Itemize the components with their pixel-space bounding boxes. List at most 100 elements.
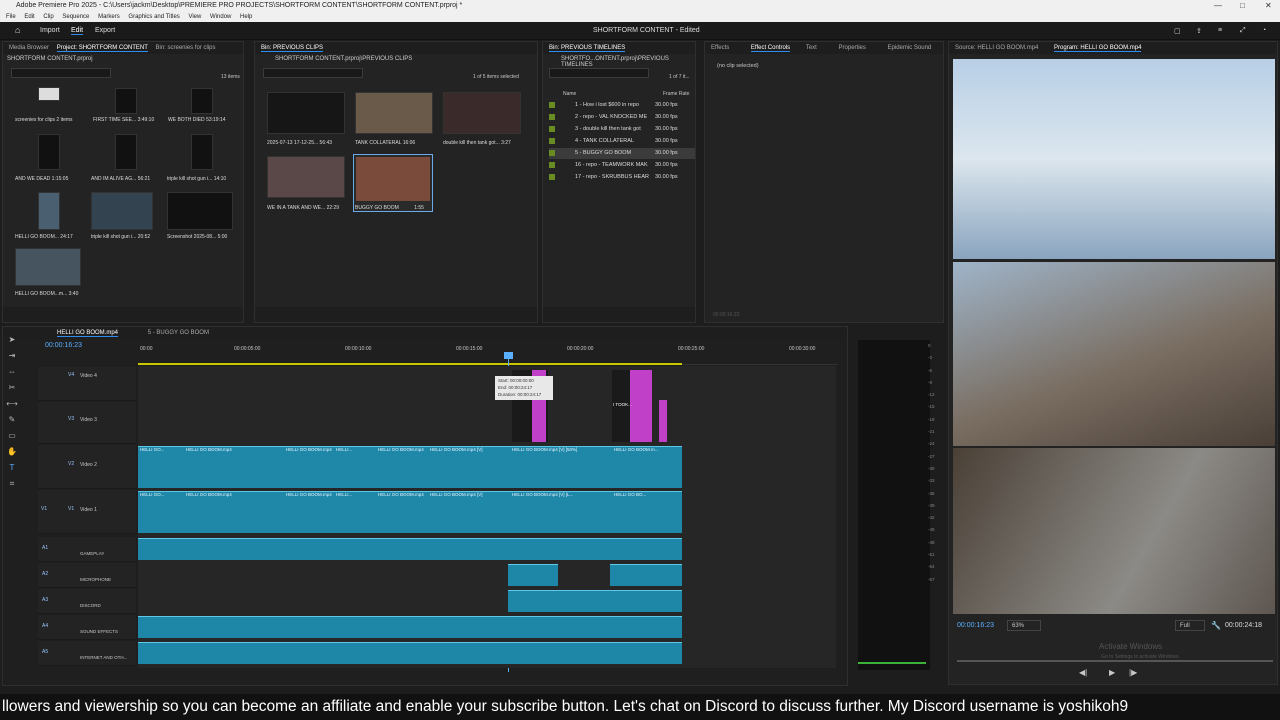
sequence-row[interactable]: 16 - repo - TEAMWORK MAK 30.00 fps [549,160,695,171]
tab-project[interactable]: Project: SHORTFORM CONTENT [56,45,148,52]
step-back-icon[interactable]: ◀| [1079,668,1087,677]
tab-bin-timelines[interactable]: Bin: PREVIOUS TIMELINES [549,45,626,52]
caption-tool-icon[interactable]: ⌗ [6,478,18,490]
menu-graphics[interactable]: Graphics and Titles [128,14,179,20]
edit-tab[interactable]: Edit [71,27,84,35]
tab-bin-clips[interactable]: Bin: PREVIOUS CLIPS [261,45,324,52]
menu-clip[interactable]: Clip [43,14,53,20]
hand-tool-icon[interactable]: ✋ [6,446,18,458]
expand-icon[interactable]: ⤢ [1240,27,1246,35]
menu-markers[interactable]: Markers [98,14,120,20]
home-icon[interactable]: ⌂ [15,25,20,35]
sequence-row[interactable]: 2 - repo - VAL KNOCKED ME 30.00 fps [549,112,695,123]
project-item-4[interactable]: AND WE DEAD 1:15:05 [15,176,68,182]
clip-thumb-2[interactable] [355,92,433,134]
notification-icon[interactable]: ◔ [1262,27,1266,34]
a1-gameplay-audio[interactable] [138,538,682,560]
folder-thumb[interactable] [38,87,60,101]
project-item-10[interactable]: HELLI GO BOOM...m... 3:40 [15,291,78,297]
project-item-1[interactable]: screenies for clips 2 items [15,117,73,123]
pen-tool-icon[interactable]: ✎ [6,414,18,426]
project-item-6[interactable]: triple kill shot gun i... 14:10 [167,176,226,182]
type-tool-icon[interactable]: T [6,462,18,474]
project-item-9[interactable]: Screenshot 2025-08... 5:00 [167,234,227,240]
work-area-bar[interactable] [138,363,682,365]
col-frame-rate[interactable]: Frame Rate [663,91,689,97]
v1-clip-strip[interactable]: HELLI GO... HELLI GO BOOM.mp4 HELLI GO B… [138,491,682,533]
ripple-edit-icon[interactable]: ⇔ [6,366,18,378]
rectangle-tool-icon[interactable]: ▭ [6,430,18,442]
time-ruler[interactable]: 00:00 00:00:05:00 00:00:10:00 00:00:15:0… [138,343,838,365]
project-thumb-8[interactable] [91,192,153,230]
zoom-select[interactable]: 63% [1007,620,1041,631]
selection-tool-icon[interactable]: ➤ [6,334,18,346]
sequence-row[interactable]: 3 - double kill then tank got 30.00 fps [549,124,695,135]
step-forward-icon[interactable]: |▶ [1129,668,1137,677]
a2-mic-audio[interactable] [610,564,682,586]
clip-thumb-1[interactable] [267,92,345,134]
clip-thumb-5-selected[interactable] [353,154,433,212]
project-item-3[interactable]: WE BOTH DIED 53:19:14 [168,117,226,123]
panel-icon[interactable]: ▢ [1174,27,1181,35]
graphic-clip[interactable] [630,370,652,442]
play-icon[interactable]: ▶ [1109,668,1115,677]
video-frame-middle[interactable] [953,262,1275,446]
tab-text[interactable]: Text [806,45,817,51]
tab-program[interactable]: Program: HELLI GO BOOM.mp4 [1054,45,1142,52]
menu-edit[interactable]: Edit [24,14,34,20]
menu-file[interactable]: File [6,14,16,20]
menu-icon[interactable]: ≡ [1218,27,1222,34]
program-scrubber[interactable] [957,660,1273,662]
clip-item-5[interactable]: BUGGY GO BOOM 1:55 [355,205,424,211]
a2-mic-audio[interactable] [508,564,558,586]
maximize-icon[interactable]: □ [1240,0,1245,12]
bin-timelines-search-input[interactable] [549,68,649,78]
project-thumb-7[interactable] [38,192,60,230]
slip-tool-icon[interactable]: ⟷ [6,398,18,410]
quality-select[interactable]: Full [1175,620,1205,631]
share-icon[interactable]: ⇪ [1196,27,1202,35]
clip-item-2[interactable]: TANK COLLATERAL 16:06 [355,140,415,146]
project-thumb-3[interactable] [191,88,213,114]
razor-tool-icon[interactable]: ✂ [6,382,18,394]
sequence-row[interactable]: 4 - TANK COLLATERAL 30.00 fps [549,136,695,147]
project-thumb-5[interactable] [115,134,137,170]
project-item-5[interactable]: AND IM ALIVE AG... 56:21 [91,176,150,182]
project-thumb-4[interactable] [38,134,60,170]
a3-discord-audio[interactable] [508,590,682,612]
export-tab[interactable]: Export [95,27,115,34]
menu-sequence[interactable]: Sequence [62,14,89,20]
video-frame-top[interactable] [953,59,1275,259]
tab-epidemic-sound[interactable]: Epidemic Sound [888,45,932,51]
project-search-input[interactable] [11,68,111,78]
tab-timeline-buggy[interactable]: 5 - BUGGY GO BOOM [148,330,209,336]
menu-window[interactable]: Window [210,14,231,20]
a4-sfx-audio[interactable] [138,616,682,638]
graphic-clip[interactable] [659,400,667,442]
project-thumb-2[interactable] [115,88,137,114]
clip-thumb-3[interactable] [443,92,521,134]
tab-effects[interactable]: Effects [711,45,729,51]
project-item-7[interactable]: HELLI GO BOOM... 24:17 [15,234,73,240]
clip-item-1[interactable]: 2025-07-13 17-12-25... 56:43 [267,140,332,146]
tab-timeline-helli[interactable]: HELLI GO BOOM.mp4 [57,330,119,337]
project-item-2[interactable]: FIRST TIME SEE... 3:49:10 [93,117,154,123]
project-thumb-6[interactable] [191,134,213,170]
clip-thumb-4[interactable] [267,156,345,198]
tab-bin-screenies[interactable]: Bin: screenies for clips [155,45,215,51]
project-item-8[interactable]: triple kill shot gun i... 20:52 [91,234,150,240]
sequence-row[interactable]: 17 - repo - SKRUBBUS HEAR 30.00 fps [549,172,695,183]
menu-view[interactable]: View [188,14,201,20]
a5-internet-audio[interactable] [138,642,682,664]
col-name[interactable]: Name [563,91,576,97]
tab-effect-controls[interactable]: Effect Controls [750,45,791,52]
tab-properties[interactable]: Properties [839,45,866,51]
playhead-handle[interactable] [504,352,513,359]
clip-item-3[interactable]: double kill then tank got... 3:27 [443,140,511,146]
menu-help[interactable]: Help [240,14,252,20]
tab-source[interactable]: Source: HELLI GO BOOM.mp4 [955,45,1038,51]
sequence-row-selected[interactable]: 5 - BUGGY GO BOOM 30.00 fps [549,148,695,159]
close-icon[interactable]: ✕ [1265,0,1272,12]
project-thumb-10[interactable] [15,248,81,286]
project-thumb-9[interactable] [167,192,233,230]
